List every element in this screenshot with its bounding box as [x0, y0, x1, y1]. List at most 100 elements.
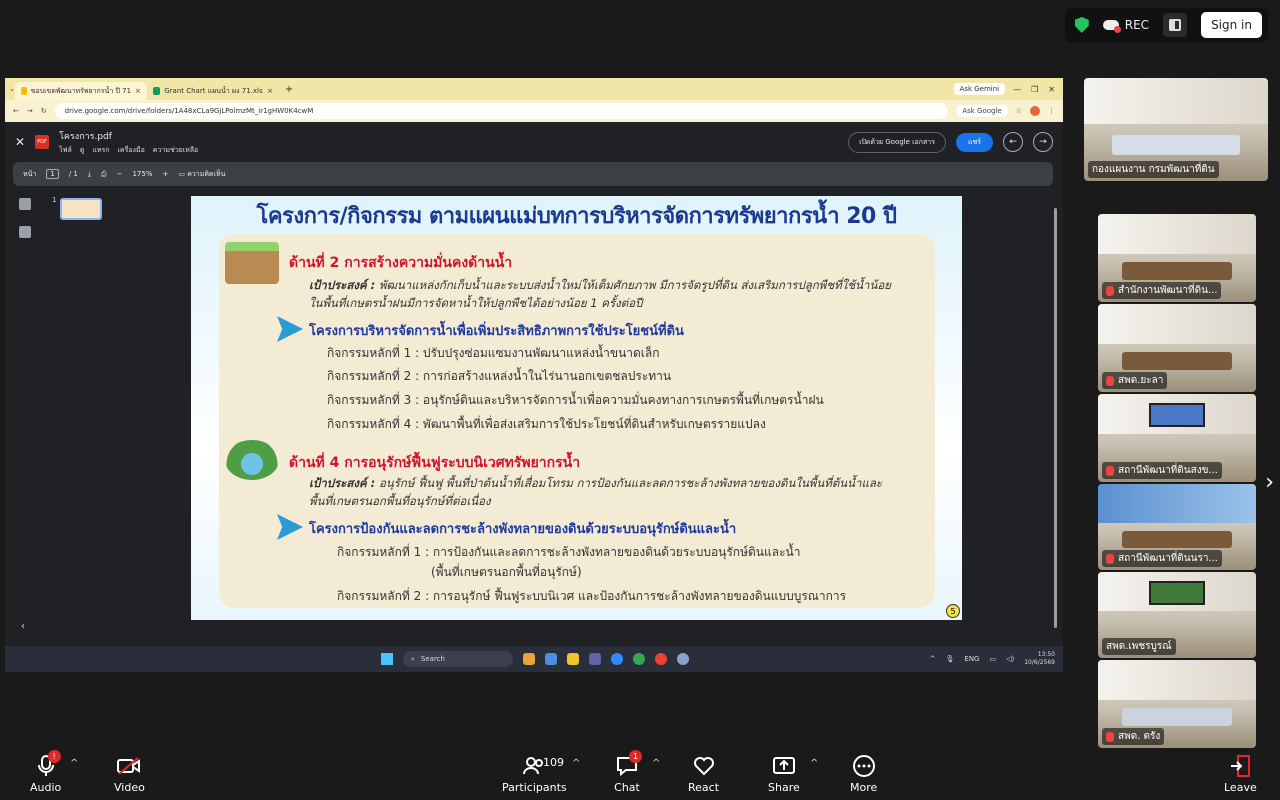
- widget-icon[interactable]: [523, 653, 535, 665]
- share-screen-button[interactable]: Share: [768, 754, 800, 794]
- taskbar-search[interactable]: ⌕ Search: [403, 651, 513, 667]
- audio-options-icon[interactable]: ^: [70, 758, 78, 769]
- video-background: [1084, 78, 1268, 125]
- forward-icon[interactable]: →: [27, 107, 33, 115]
- video-table: [1121, 262, 1233, 280]
- zoom-in-icon[interactable]: +: [162, 170, 168, 178]
- page-number-badge: 5: [946, 604, 960, 618]
- browser-tab-drive[interactable]: ขอบเขตพัฒนาทรัพยากรน้ำ ปี 71 - Google ไ …: [14, 82, 147, 100]
- browser-tab-sheet[interactable]: Grant Chart แผนน้ำ ผง 71.xlsx - ×: [147, 82, 279, 100]
- participant-video[interactable]: สพด.ยะลา: [1098, 304, 1256, 392]
- participant-name-text: สถานีพัฒนาที่ดินสงข...: [1118, 465, 1218, 476]
- open-with-google-docs-button[interactable]: เปิดด้วย Google เอกสาร: [848, 131, 946, 153]
- next-page-arrow-icon[interactable]: ›: [1265, 470, 1274, 495]
- zoom-out-icon[interactable]: −: [117, 170, 123, 178]
- chrome-profile-icon[interactable]: [655, 653, 667, 665]
- menu-tools[interactable]: เครื่องมือ: [118, 145, 145, 156]
- volume-icon[interactable]: ◁): [1006, 655, 1014, 663]
- participant-video[interactable]: กองแผนงาน กรมพัฒนาที่ดิน: [1084, 78, 1268, 181]
- sheets-icon: [152, 87, 161, 95]
- scrollbar[interactable]: [1054, 208, 1057, 628]
- more-button[interactable]: More: [850, 754, 877, 794]
- minimize-icon[interactable]: —: [1013, 85, 1021, 94]
- participant-video[interactable]: สำนักงานพัฒนาที่ดิน...: [1098, 214, 1256, 302]
- back-icon[interactable]: ←: [13, 107, 19, 115]
- zoom-level[interactable]: 175%: [132, 170, 152, 178]
- clock-date: 10/6/2569: [1024, 659, 1055, 666]
- share-button[interactable]: แชร์: [955, 132, 993, 152]
- clock[interactable]: 13:50 10/6/2569: [1024, 651, 1055, 667]
- video-background: [1098, 660, 1256, 700]
- url-field[interactable]: drive.google.com/drive/folders/1A48xCLa9…: [54, 103, 949, 119]
- muted-mic-icon: [1106, 553, 1114, 564]
- page-input[interactable]: 1: [46, 169, 59, 179]
- chat-label: Chat: [614, 781, 640, 794]
- download-icon[interactable]: ⤓: [88, 170, 91, 179]
- thumb-number: 1: [52, 196, 57, 204]
- audio-button[interactable]: ! Audio: [30, 750, 61, 794]
- comment-button[interactable]: ▭ ความคิดเห็น: [178, 169, 225, 180]
- windows-start-icon[interactable]: [381, 653, 393, 665]
- prev-file-icon[interactable]: ←: [1003, 132, 1023, 152]
- language-indicator[interactable]: ENG: [964, 655, 979, 663]
- more-icon: [851, 754, 877, 778]
- meeting-controls: ! Audio ^ Video Participants 109 ^ 1 Cha…: [0, 748, 1280, 800]
- network-icon[interactable]: ▭: [989, 655, 996, 663]
- reload-icon[interactable]: ↻: [41, 107, 47, 115]
- explorer-icon[interactable]: [567, 653, 579, 665]
- print-icon[interactable]: ⎙: [101, 170, 107, 179]
- profile-avatar[interactable]: [1030, 106, 1040, 116]
- participant-video[interactable]: สพด.เพชรบูรณ์: [1098, 572, 1256, 658]
- react-button[interactable]: React: [688, 754, 719, 794]
- tray-chevron-icon[interactable]: ^: [930, 655, 936, 663]
- sign-in-button[interactable]: Sign in: [1201, 12, 1262, 38]
- top-controls: REC Sign in: [1064, 8, 1268, 42]
- participant-name-text: สำนักงานพัฒนาที่ดิน...: [1118, 285, 1218, 296]
- settings-icon[interactable]: [677, 653, 689, 665]
- tab-search-icon[interactable]: ⌄: [9, 85, 15, 93]
- recording-indicator[interactable]: REC: [1102, 18, 1149, 33]
- teams-icon[interactable]: [589, 653, 601, 665]
- chat-button[interactable]: 1 Chat: [614, 750, 642, 794]
- close-window-icon[interactable]: ✕: [1048, 85, 1055, 94]
- activity-item: กิจกรรมหลักที่ 2 : การก่อสร้างแหล่งน้ำใน…: [327, 369, 672, 383]
- menu-insert[interactable]: แทรก: [92, 145, 109, 156]
- video-button[interactable]: Video: [114, 754, 145, 794]
- next-file-icon[interactable]: →: [1033, 132, 1053, 152]
- participant-video[interactable]: สถานีพัฒนาที่ดินนรา...: [1098, 484, 1256, 570]
- list-icon[interactable]: [19, 226, 31, 238]
- close-viewer-icon[interactable]: ✕: [15, 135, 25, 149]
- chat-options-icon[interactable]: ^: [652, 758, 660, 769]
- menu-icon[interactable]: ⋮: [1048, 107, 1055, 115]
- zoom-app-icon[interactable]: [611, 653, 623, 665]
- view-layout-button[interactable]: [1163, 13, 1188, 37]
- participant-video[interactable]: สถานีพัฒนาที่ดินสงข...: [1098, 394, 1256, 482]
- participant-video[interactable]: สพด. ตรัง: [1098, 660, 1256, 748]
- page-thumbnail[interactable]: [60, 198, 102, 220]
- ask-gemini-button[interactable]: Ask Gemini: [953, 83, 1006, 95]
- chrome-icon[interactable]: [633, 653, 645, 665]
- react-label: React: [688, 781, 720, 794]
- share-options-icon[interactable]: ^: [810, 758, 818, 769]
- copilot-icon[interactable]: [545, 653, 557, 665]
- participants-options-icon[interactable]: ^: [572, 758, 580, 769]
- bookmark-icon[interactable]: ☆: [1016, 107, 1022, 115]
- shield-icon[interactable]: [1074, 17, 1089, 33]
- menu-help[interactable]: ความช่วยเหลือ: [153, 145, 198, 156]
- participant-name: กองแผนงาน กรมพัฒนาที่ดิน: [1088, 161, 1219, 178]
- leave-button[interactable]: Leave: [1224, 754, 1257, 794]
- share-label: Share: [768, 781, 800, 794]
- ask-google-button[interactable]: Ask Google: [956, 105, 1008, 117]
- close-icon[interactable]: ×: [267, 87, 273, 95]
- image-icon[interactable]: [19, 198, 31, 210]
- activity-item: กิจกรรมหลักที่ 3 : อนุรักษ์ดินและบริหารจ…: [327, 393, 824, 407]
- menu-file[interactable]: ไฟล์: [59, 145, 72, 156]
- new-tab-icon[interactable]: +: [285, 84, 293, 95]
- menu-view[interactable]: ดู: [80, 145, 85, 156]
- audio-warning-badge: !: [47, 750, 61, 763]
- close-icon[interactable]: ×: [135, 87, 141, 95]
- mic-tray-icon[interactable]: 🎙: [946, 655, 955, 663]
- collapse-panel-icon[interactable]: ‹: [21, 621, 25, 632]
- window-controls: — ❐ ✕: [1013, 85, 1055, 94]
- restore-icon[interactable]: ❐: [1031, 85, 1038, 94]
